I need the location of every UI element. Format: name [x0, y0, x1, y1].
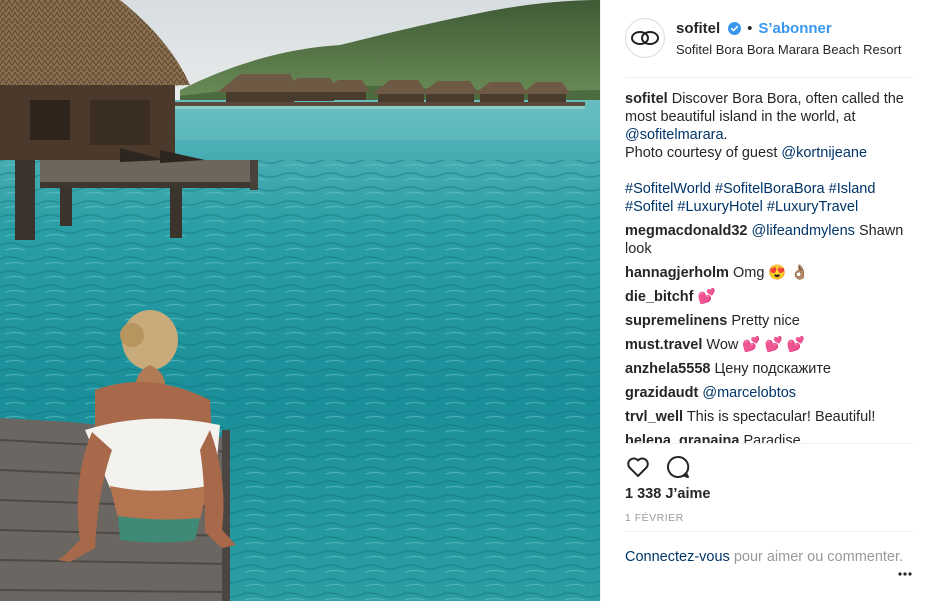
comment-text: Pretty nice: [731, 313, 800, 329]
login-prompt: Connectez-vous pour aimer ou commenter.: [625, 531, 913, 566]
follow-button[interactable]: S’abonner: [758, 20, 831, 37]
comment-username[interactable]: die_bitchf: [625, 289, 693, 305]
comment-username[interactable]: hannagjerholm: [625, 265, 729, 281]
username-link[interactable]: sofitel: [676, 20, 720, 37]
sofitel-logo-icon[interactable]: [625, 18, 665, 58]
comment-mention[interactable]: @lifeandmylens: [752, 223, 855, 239]
hashtag[interactable]: #SofitelBoraBora: [715, 181, 825, 197]
caption-mention-1[interactable]: @sofitelmarara: [625, 127, 724, 143]
comment-username[interactable]: grazidaudt: [625, 385, 698, 401]
hashtag[interactable]: #LuxuryHotel: [677, 199, 762, 215]
hashtag[interactable]: #Sofitel: [625, 199, 673, 215]
caption-hashtags: #SofitelWorld #SofitelBoraBora #Island #…: [625, 180, 913, 216]
hashtag[interactable]: #Island: [829, 181, 876, 197]
comment-item: helena_granaina Paradise: [625, 432, 913, 443]
comment-username[interactable]: anzhela5558: [625, 361, 710, 377]
separator-dot: •: [747, 21, 753, 37]
caption-username[interactable]: sofitel: [625, 91, 668, 107]
header-text: sofitel • S’abonner Sofitel Bora Bora Ma…: [676, 20, 901, 57]
post-photo[interactable]: [0, 0, 600, 601]
comment-text: Wow 💕 💕 💕: [706, 337, 805, 353]
comment-item: die_bitchf 💕: [625, 288, 913, 306]
comment-bubble-icon[interactable]: [665, 454, 691, 480]
caption-mention-2[interactable]: @kortnijeane: [781, 145, 867, 161]
comment-item: megmacdonald32 @lifeandmylens Shawn look: [625, 222, 913, 258]
caption: sofitel Discover Bora Bora, often called…: [625, 90, 913, 216]
post-date[interactable]: 1 FÉVRIER: [625, 512, 684, 524]
comment-username[interactable]: must.travel: [625, 337, 702, 353]
more-options-icon[interactable]: [897, 566, 913, 582]
location-link[interactable]: Sofitel Bora Bora Marara Beach Resort: [676, 42, 901, 57]
comment-item: trvl_well This is spectacular! Beautiful…: [625, 408, 913, 426]
comment-text: This is spectacular! Beautiful!: [686, 409, 876, 425]
comment-item: must.travel Wow 💕 💕 💕: [625, 336, 913, 354]
login-text: pour aimer ou commenter.: [733, 549, 904, 565]
likes-count[interactable]: 1 338 J’aime: [625, 486, 710, 502]
photo-illustration: [0, 0, 600, 601]
comment-mention[interactable]: @marcelobtos: [702, 385, 796, 401]
comments-list[interactable]: sofitel Discover Bora Bora, often called…: [625, 90, 913, 443]
hashtag[interactable]: #SofitelWorld: [625, 181, 711, 197]
caption-text-3: Photo courtesy of guest: [625, 145, 778, 161]
comment-username[interactable]: supremelinens: [625, 313, 727, 329]
comment-item: supremelinens Pretty nice: [625, 312, 913, 330]
post-sidebar: sofitel • S’abonner Sofitel Bora Bora Ma…: [600, 0, 935, 601]
comment-item: grazidaudt @marcelobtos: [625, 384, 913, 402]
login-link[interactable]: Connectez-vous: [625, 549, 730, 565]
post-header: sofitel • S’abonner Sofitel Bora Bora Ma…: [625, 18, 913, 78]
comment-text: Цену подскажите: [714, 361, 831, 377]
verified-badge-icon: [728, 22, 742, 39]
comment-item: anzhela5558 Цену подскажите: [625, 360, 913, 378]
heart-icon[interactable]: [625, 454, 651, 480]
comment-username[interactable]: trvl_well: [625, 409, 683, 425]
caption-text-2: .: [723, 127, 728, 143]
comment-item: hannagjerholm Omg 😍 👌🏽: [625, 264, 913, 282]
comment-text: Omg 😍 👌🏽: [732, 265, 809, 281]
comment-username[interactable]: helena_granaina: [625, 433, 739, 443]
hashtag[interactable]: #LuxuryTravel: [767, 199, 858, 215]
action-bar: [625, 443, 913, 489]
comment-text: Paradise: [743, 433, 801, 443]
comment-text: 💕: [697, 289, 716, 305]
comment-username[interactable]: megmacdonald32: [625, 223, 748, 239]
